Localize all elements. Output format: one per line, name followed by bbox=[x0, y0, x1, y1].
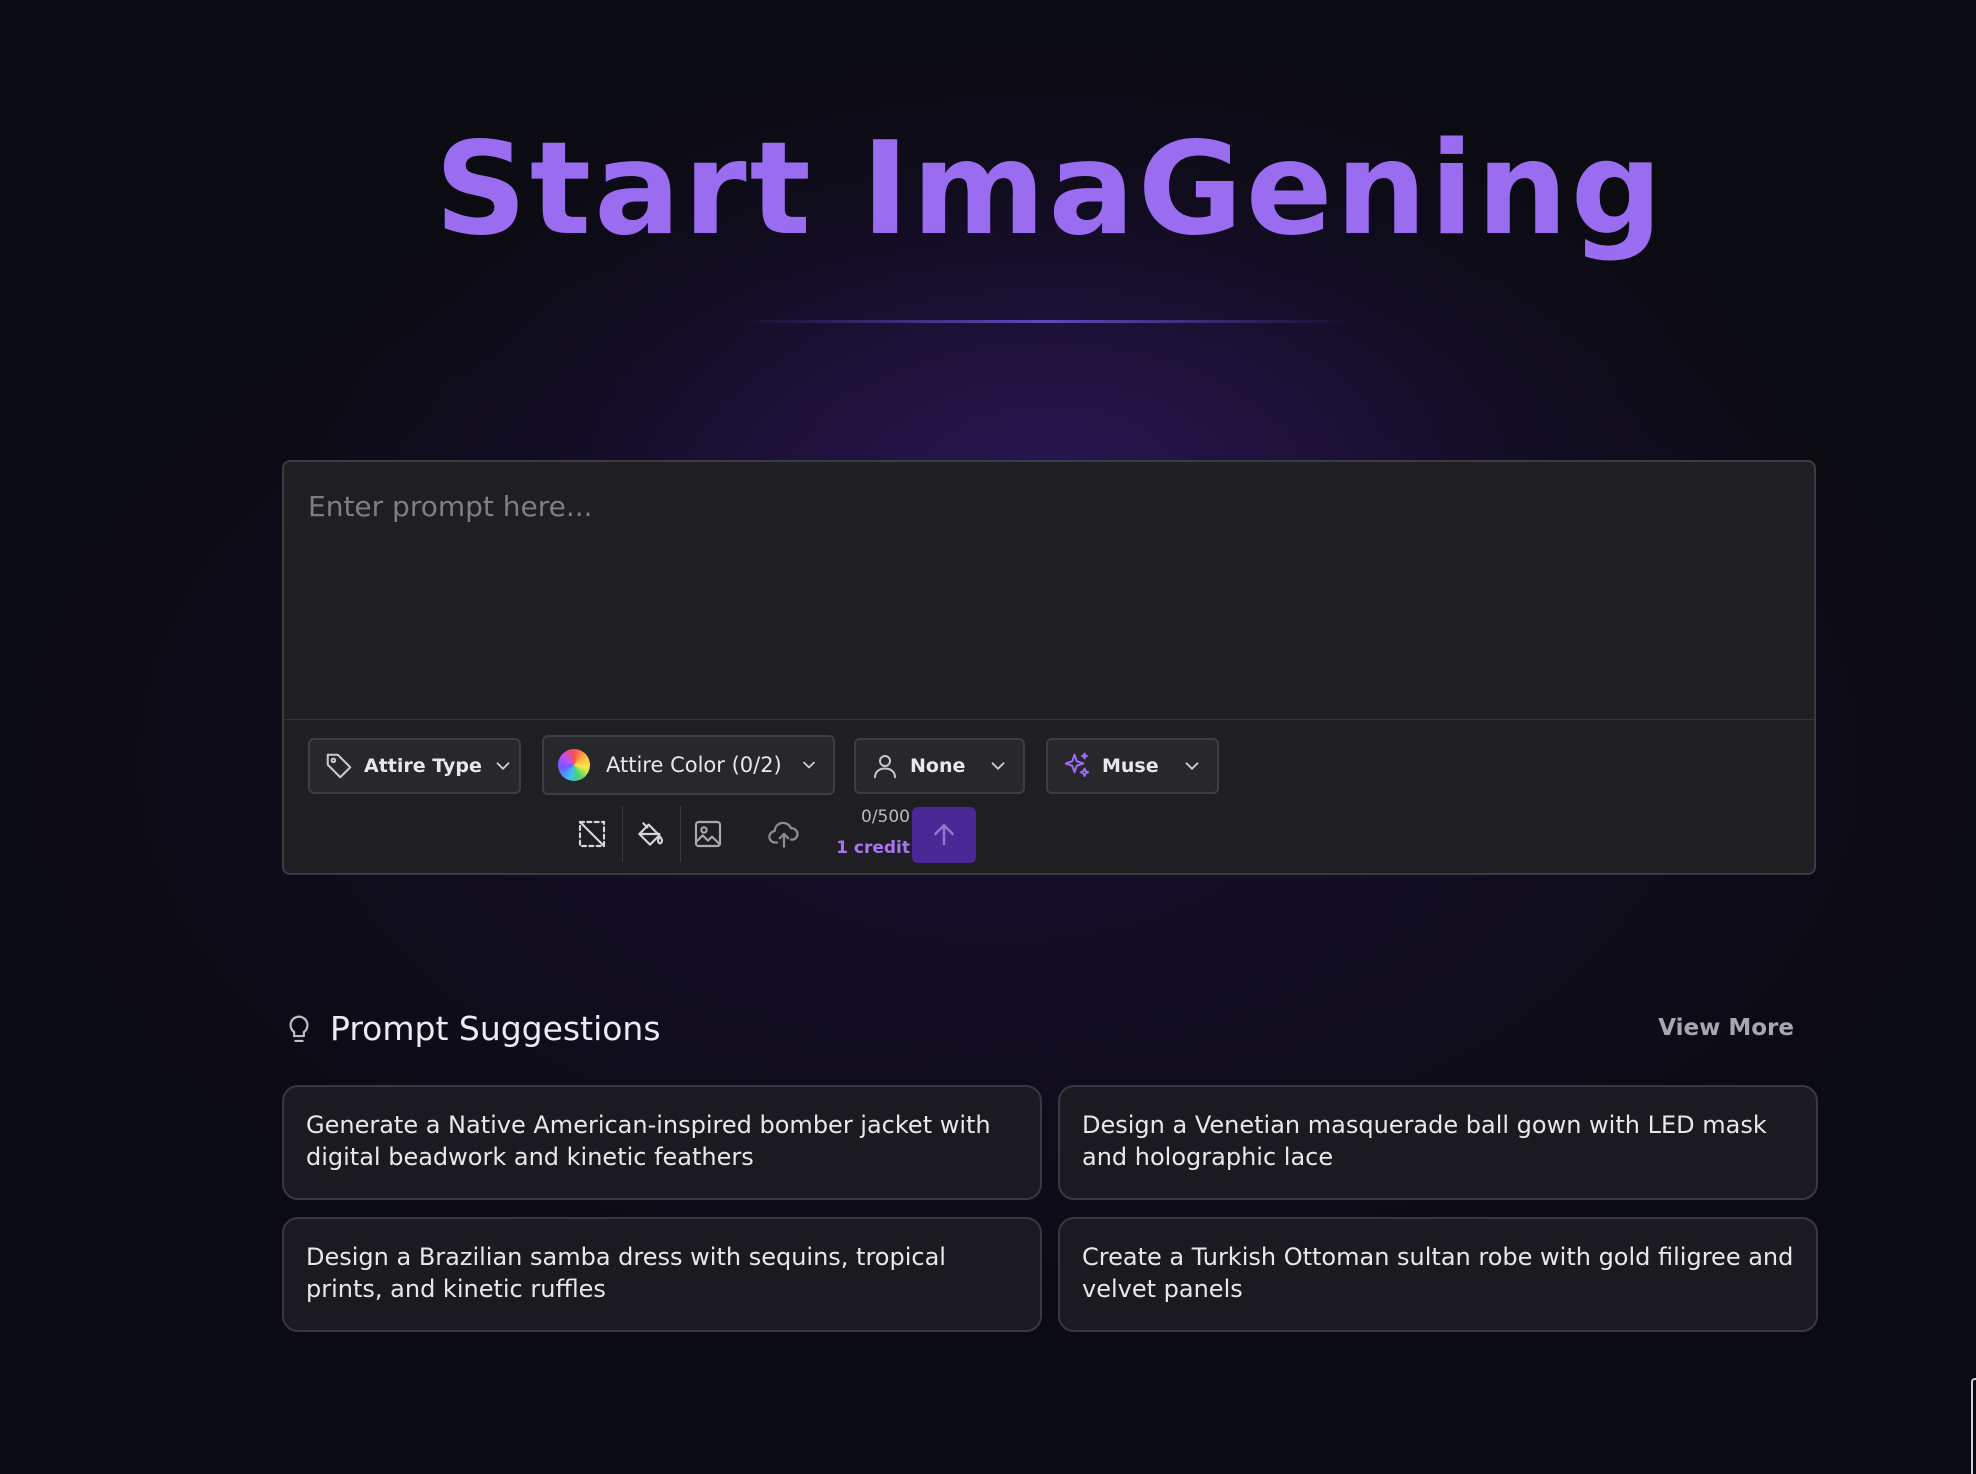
attire-type-label: Attire Type bbox=[364, 755, 482, 777]
color-wheel-icon bbox=[558, 749, 590, 781]
tag-icon bbox=[324, 751, 354, 781]
prompt-suggestions-title: Prompt Suggestions bbox=[330, 1009, 661, 1048]
credit-cost: 1 credit bbox=[836, 838, 910, 858]
lightbulb-icon bbox=[284, 1013, 314, 1051]
prompt-input[interactable] bbox=[284, 462, 1814, 720]
toolbar-divider bbox=[622, 806, 623, 862]
image-icon[interactable] bbox=[688, 814, 728, 854]
attire-color-label: Attire Color (0/2) bbox=[606, 753, 782, 777]
chevron-down-icon bbox=[1181, 755, 1203, 777]
cloud-upload-icon[interactable] bbox=[764, 814, 804, 854]
suggestion-card[interactable]: Design a Brazilian samba dress with sequ… bbox=[282, 1217, 1042, 1332]
attire-type-dropdown[interactable]: Attire Type bbox=[308, 738, 521, 794]
attire-color-dropdown[interactable]: Attire Color (0/2) bbox=[542, 735, 835, 795]
title-divider bbox=[740, 320, 1350, 323]
toolbar-divider bbox=[680, 806, 681, 862]
chevron-down-icon bbox=[492, 755, 514, 777]
select-area-icon[interactable] bbox=[572, 814, 612, 854]
suggestion-card[interactable]: Design a Venetian masquerade ball gown w… bbox=[1058, 1085, 1818, 1200]
send-button[interactable] bbox=[912, 807, 976, 863]
suggestion-card[interactable]: Generate a Native American-inspired bomb… bbox=[282, 1085, 1042, 1200]
user-icon bbox=[870, 751, 900, 781]
character-count: 0/500 bbox=[861, 807, 910, 827]
sparkles-icon bbox=[1062, 751, 1092, 781]
model-label: None bbox=[910, 755, 966, 777]
muse-dropdown[interactable]: Muse bbox=[1046, 738, 1219, 794]
model-dropdown[interactable]: None bbox=[854, 738, 1025, 794]
suggestion-card[interactable]: Create a Turkish Ottoman sultan robe wit… bbox=[1058, 1217, 1818, 1332]
paint-bucket-icon[interactable] bbox=[630, 814, 670, 854]
muse-label: Muse bbox=[1102, 755, 1159, 777]
page-title: Start ImaGening bbox=[434, 115, 1666, 264]
chevron-down-icon bbox=[799, 755, 819, 775]
scrollbar-edge bbox=[1971, 1378, 1976, 1474]
prompt-suggestions-header: Prompt Suggestions View More bbox=[282, 1005, 1816, 1055]
chevron-down-icon bbox=[987, 755, 1009, 777]
arrow-up-icon bbox=[929, 819, 959, 852]
view-more-link[interactable]: View More bbox=[1658, 1015, 1794, 1041]
prompt-panel: Attire Type Attire Color (0/2) None bbox=[282, 460, 1816, 875]
